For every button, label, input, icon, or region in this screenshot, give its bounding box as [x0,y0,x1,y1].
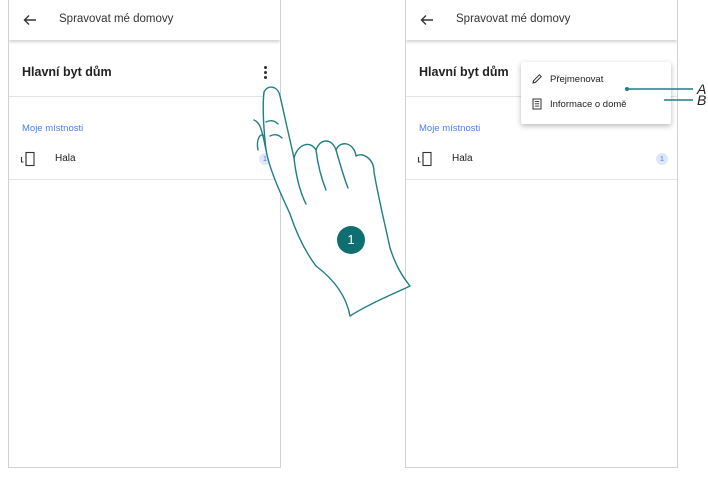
home-name: Hlavní byt dům [419,65,509,79]
menu-item-label: Informace o domě [550,99,627,110]
overflow-menu: Přejmenovat Informace o domě [521,62,671,124]
app-bar: Spravovat mé domovy [406,0,677,40]
menu-item-label: Přejmenovat [550,74,604,85]
room-list-item[interactable]: Hala 1 [406,139,677,180]
section-label-rooms: Moje místnosti [22,123,84,134]
home-name: Hlavní byt dům [22,65,112,79]
room-list-item[interactable]: Hala 1 [9,139,280,180]
back-arrow-icon[interactable] [23,14,37,26]
pencil-icon [532,74,542,84]
left-phone-screen: Spravovat mé domovy Hlavní byt dům Moje … [8,0,281,468]
home-header-row: Hlavní byt dům [9,52,280,97]
pointing-hand-illustration [253,86,411,317]
room-name: Hala [452,153,473,164]
room-device-count-badge: 1 [656,153,668,165]
menu-item-home-info[interactable]: Informace o domě [531,95,666,115]
app-bar: Spravovat mé domovy [9,0,280,40]
room-name: Hala [55,153,76,164]
document-icon [532,98,542,110]
page-title: Spravovat mé domovy [456,13,571,25]
callout-label-b: B [697,92,707,108]
step-number-badge: 1 [337,226,365,254]
menu-item-rename[interactable]: Přejmenovat [531,70,666,90]
back-arrow-icon[interactable] [420,14,434,26]
right-phone-screen: Spravovat mé domovy Hlavní byt dům Moje … [405,0,678,468]
door-icon [20,151,35,167]
page-title: Spravovat mé domovy [59,13,174,25]
